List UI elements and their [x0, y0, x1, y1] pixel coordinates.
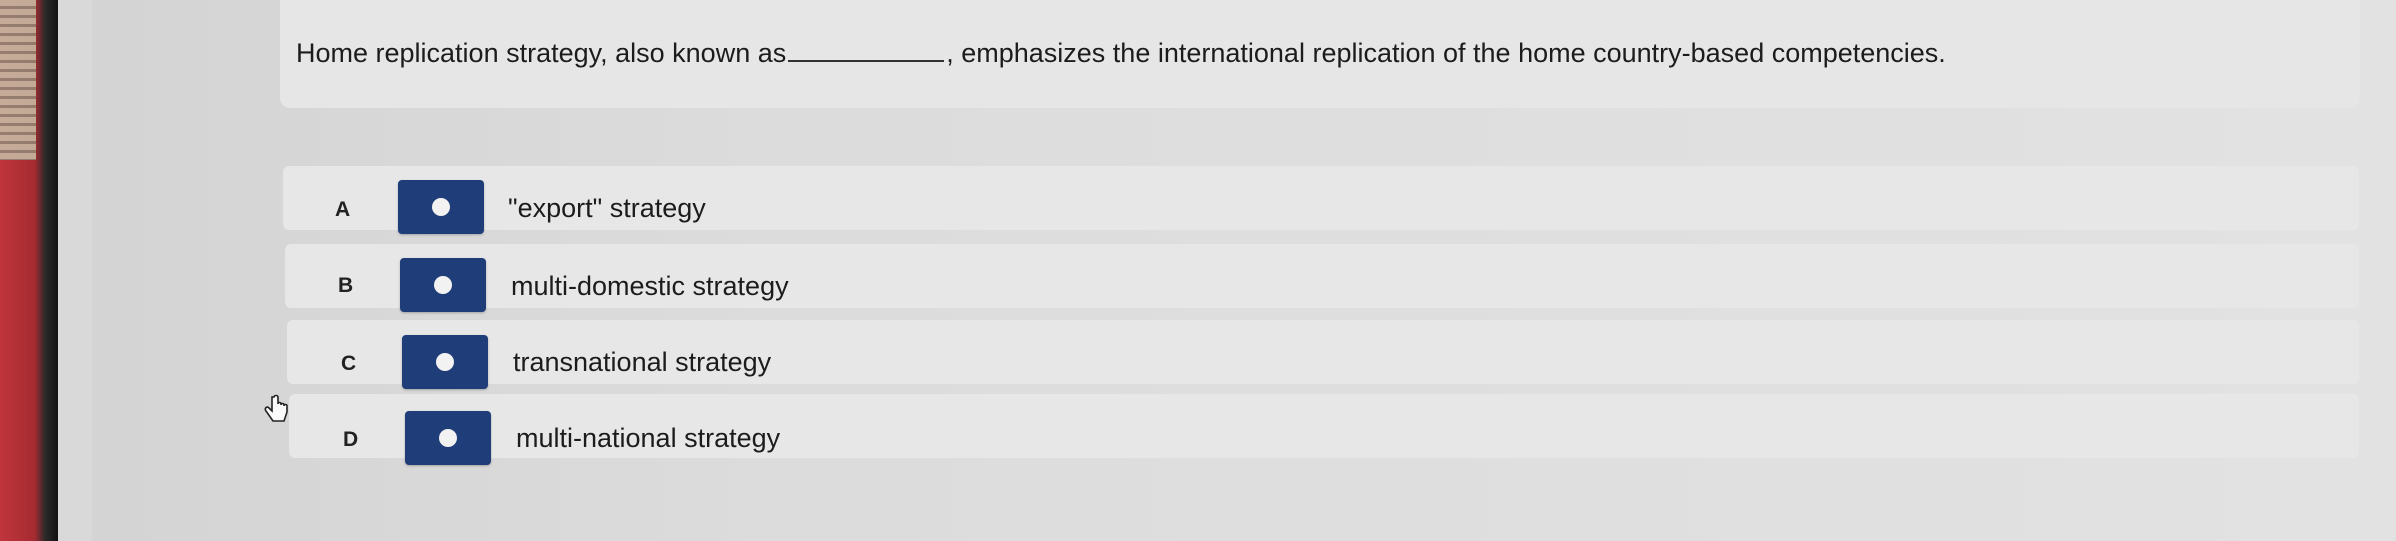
option-d-letter: D [343, 428, 359, 451]
option-c-label: transnational strategy [513, 347, 772, 377]
option-b-letter: B [338, 274, 354, 297]
option-c-letter: C [341, 352, 357, 375]
answer-blank [788, 42, 945, 62]
radio-dot-icon [436, 353, 454, 371]
hand-cursor-icon [264, 394, 288, 422]
option-c-radio[interactable] [402, 335, 488, 389]
radio-dot-icon [439, 429, 457, 447]
option-b-label: multi-domestic strategy [511, 271, 789, 301]
question-text-before: Home replication strategy, also known as [296, 38, 787, 68]
option-a-label: "export" strategy [508, 193, 706, 223]
radio-dot-icon [432, 198, 450, 216]
option-b-radio[interactable] [400, 258, 486, 312]
option-d-label: multi-national strategy [516, 423, 781, 453]
radio-dot-icon [434, 276, 452, 294]
question-text: Home replication strategy, also known as… [296, 38, 1946, 69]
option-a-radio[interactable] [398, 180, 484, 234]
screen-bezel [0, 0, 58, 541]
background-paper-strip [0, 0, 36, 160]
option-a-letter: A [335, 198, 351, 221]
option-d-radio[interactable] [405, 411, 491, 465]
question-text-after: , emphasizes the international replicati… [946, 38, 1946, 68]
